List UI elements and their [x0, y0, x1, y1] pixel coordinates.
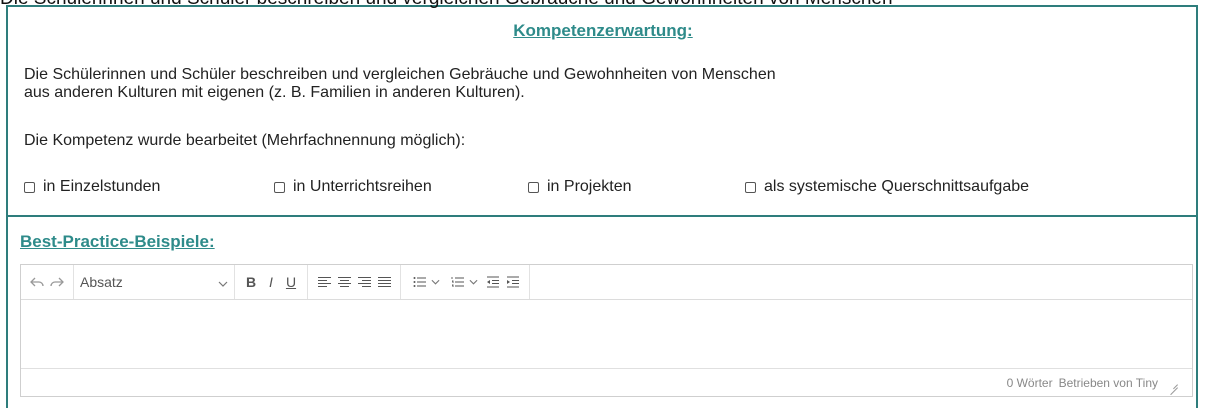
align-justify-icon[interactable] — [374, 270, 394, 294]
toolbar-separator — [529, 265, 530, 299]
truncated-top-text: Die Schülerinnen und Schüler beschreiben… — [0, 0, 893, 10]
checkbox-label: als systemische Querschnittsaufgabe — [764, 178, 1030, 195]
toolbar-separator — [73, 265, 74, 299]
processing-prompt: Die Kompetenz wurde bearbeitet (Mehrfach… — [24, 132, 466, 149]
resize-handle-icon[interactable] — [1168, 378, 1178, 388]
checkbox-label: in Unterrichtsreihen — [293, 178, 432, 195]
bullet-list-icon[interactable] — [407, 270, 445, 294]
section-divider — [6, 215, 1198, 217]
checkbox-box[interactable] — [274, 181, 285, 193]
redo-icon[interactable] — [47, 270, 67, 294]
description-line-1: Die Schülerinnen und Schüler beschreiben… — [24, 66, 776, 83]
editor-statusbar: 0 Wörter Betrieben von Tiny — [21, 368, 1192, 396]
undo-icon[interactable] — [27, 270, 47, 294]
toolbar-separator — [400, 265, 401, 299]
align-right-icon[interactable] — [354, 270, 374, 294]
word-count: 0 Wörter — [1006, 375, 1053, 390]
powered-by-link[interactable]: Betrieben von Tiny — [1059, 376, 1158, 390]
editor-toolbar: Absatz B I U — [21, 265, 1192, 300]
chevron-down-icon — [218, 274, 228, 290]
checkbox-label: in Projekten — [547, 178, 632, 195]
checkbox-querschnittsaufgabe[interactable]: als systemische Querschnittsaufgabe — [745, 178, 1029, 196]
bold-button[interactable]: B — [241, 270, 261, 294]
align-left-icon[interactable] — [314, 270, 334, 294]
indent-icon[interactable] — [503, 270, 523, 294]
toolbar-separator — [234, 265, 235, 299]
checkbox-unterrichtsreihen[interactable]: in Unterrichtsreihen — [274, 178, 432, 196]
section-title: Kompetenzerwartung: — [513, 21, 693, 40]
outdent-icon[interactable] — [483, 270, 503, 294]
checkbox-label: in Einzelstunden — [43, 178, 161, 195]
checkbox-einzelstunden[interactable]: in Einzelstunden — [24, 178, 160, 196]
editor-content-area[interactable] — [21, 299, 1192, 369]
best-practice-title: Best-Practice-Beispiele: — [20, 232, 215, 251]
format-select-value: Absatz — [80, 274, 123, 290]
toolbar-separator — [307, 265, 308, 299]
competency-description: Die Schülerinnen und Schüler beschreiben… — [24, 66, 776, 102]
italic-button[interactable]: I — [261, 270, 281, 294]
checkbox-box[interactable] — [745, 181, 756, 193]
checkbox-box[interactable] — [24, 181, 35, 193]
checkbox-projekten[interactable]: in Projekten — [528, 178, 632, 196]
format-select[interactable]: Absatz — [80, 270, 228, 294]
align-center-icon[interactable] — [334, 270, 354, 294]
underline-button[interactable]: U — [281, 270, 301, 294]
description-line-2: aus anderen Kulturen mit eigenen (z. B. … — [24, 84, 525, 101]
rich-text-editor: Absatz B I U 0 Wörter Betrieben von Tiny — [20, 264, 1193, 397]
checkbox-box[interactable] — [528, 181, 539, 193]
numbered-list-icon[interactable] — [445, 270, 483, 294]
